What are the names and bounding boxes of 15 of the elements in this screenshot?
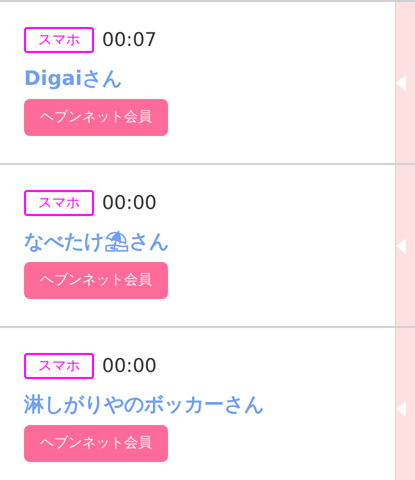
time-text: 00:00 xyxy=(102,354,157,379)
member-button[interactable]: ヘブンネット会員 xyxy=(24,424,168,462)
user-name[interactable]: Digaiさん xyxy=(24,64,122,90)
time-text: 00:07 xyxy=(102,28,157,53)
device-tag: スマホ xyxy=(24,353,94,380)
member-button[interactable]: ヘブンネット会員 xyxy=(24,98,168,136)
notch-icon xyxy=(396,238,406,254)
user-name[interactable]: 淋しがりやのボッカーさん xyxy=(24,390,264,416)
notch-icon xyxy=(396,400,406,416)
device-tag: スマホ xyxy=(24,190,94,216)
device-tag: スマホ xyxy=(24,27,94,54)
member-button[interactable]: ヘブンネット会員 xyxy=(24,262,168,298)
user-name[interactable]: なべたけ⛱さん xyxy=(24,228,169,254)
notch-icon xyxy=(396,74,406,90)
time-text: 00:00 xyxy=(102,191,157,216)
